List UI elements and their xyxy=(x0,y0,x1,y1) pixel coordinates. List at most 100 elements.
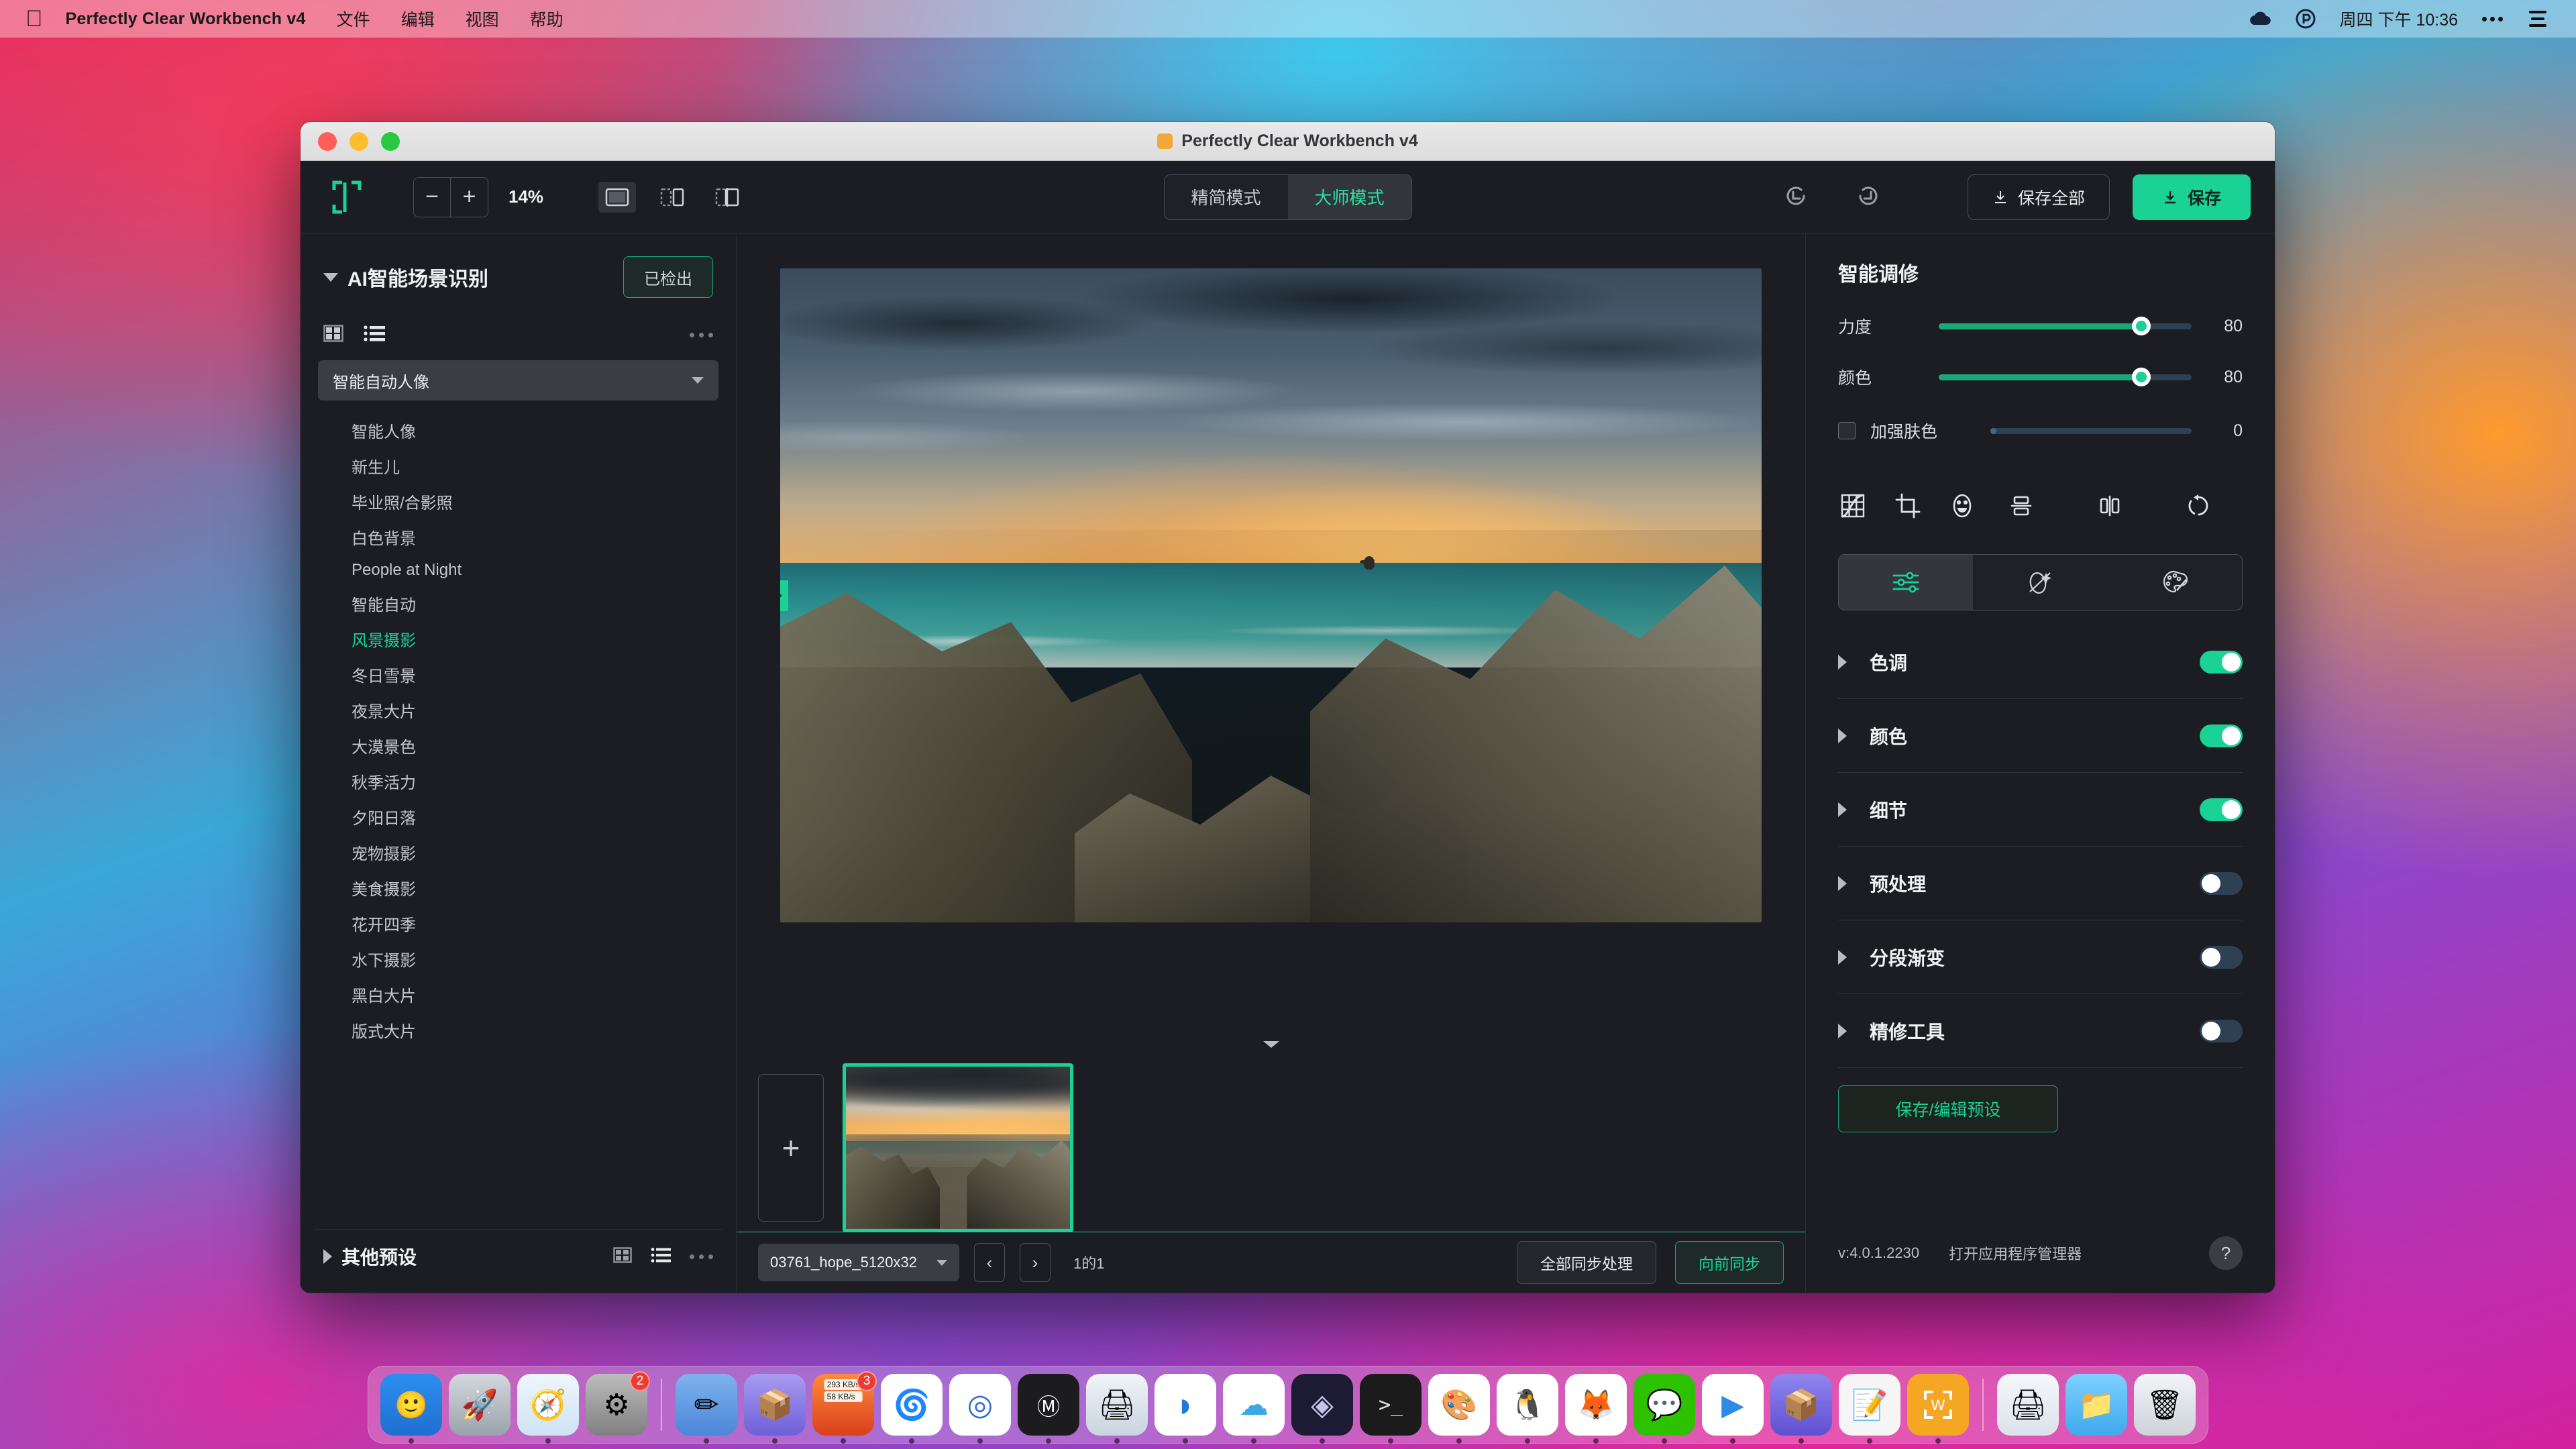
save-button[interactable]: 保存 xyxy=(2132,174,2251,220)
list-view-icon[interactable] xyxy=(651,1247,671,1267)
dock-item-launchpad[interactable]: 🚀 xyxy=(449,1374,511,1436)
skin-tone-checkbox[interactable] xyxy=(1838,422,1856,439)
toggle-retouch[interactable] xyxy=(2200,1019,2243,1042)
app-manager-link[interactable]: 打开应用程序管理器 xyxy=(1949,1242,2082,1264)
apple-logo-icon[interactable]:  xyxy=(25,7,43,30)
chevron-right-icon[interactable] xyxy=(1838,875,1847,891)
slider-color-track[interactable] xyxy=(1939,368,2192,386)
dock-item-qq[interactable]: 🐧 xyxy=(1497,1374,1558,1444)
dock-item-notepad[interactable]: 📝 xyxy=(1839,1374,1900,1444)
preset-item[interactable]: 宠物摄影 xyxy=(314,835,722,870)
preset-item-selected[interactable]: 风景摄影 xyxy=(314,621,722,657)
tab-magic-wand[interactable] xyxy=(1973,555,2108,610)
menu-edit[interactable]: 编辑 xyxy=(401,7,435,31)
dock-item-system-settings[interactable]: ⚙ 2 xyxy=(586,1371,650,1436)
dock-item-qiye-app[interactable]: ◎ xyxy=(949,1374,1011,1444)
dock-item-betterzip[interactable]: 📦 xyxy=(1770,1374,1832,1444)
preset-item[interactable]: 夕阳日落 xyxy=(314,799,722,835)
next-image-button[interactable]: › xyxy=(1020,1243,1051,1282)
undo-icon[interactable] xyxy=(1782,181,1815,213)
sidebar-more-icon[interactable] xyxy=(690,333,713,337)
chevron-right-icon[interactable] xyxy=(1838,1023,1847,1038)
slider-strength-knob[interactable] xyxy=(2131,317,2151,335)
grid-view-icon[interactable] xyxy=(323,325,343,345)
preset-item[interactable]: 新生儿 xyxy=(314,448,722,484)
preset-item[interactable]: 版式大片 xyxy=(314,1012,722,1048)
chevron-right-icon[interactable] xyxy=(323,1249,332,1264)
dock-item-finder[interactable]: 🙂 xyxy=(380,1374,442,1444)
help-icon[interactable]: ? xyxy=(2209,1236,2243,1270)
accordion-row-retouch[interactable]: 精修工具 xyxy=(1838,994,2243,1068)
rotate-icon[interactable] xyxy=(2180,487,2217,525)
dock-item-terminal[interactable]: >_ xyxy=(1360,1374,1421,1444)
preset-item[interactable]: 美食摄影 xyxy=(314,870,722,906)
dock-item-foxmail[interactable]: 🦊 xyxy=(1565,1374,1627,1444)
preset-item[interactable]: 大漠景色 xyxy=(314,728,722,763)
canvas-collapse-strip[interactable] xyxy=(737,1028,1805,1063)
sidebar-footer-more-icon[interactable] xyxy=(690,1254,713,1259)
slider-strength-track[interactable] xyxy=(1939,317,2192,335)
preset-category-select[interactable]: 智能自动人像 xyxy=(318,360,718,400)
cloud-icon[interactable] xyxy=(2249,7,2271,30)
dock-item-safari[interactable]: 🧭 xyxy=(517,1374,579,1444)
dock-item-printer-util[interactable]: 🖨 xyxy=(1086,1374,1148,1444)
dock-item-perfectly-clear-workbench[interactable]: W xyxy=(1907,1374,1969,1444)
split-overlay-icon[interactable] xyxy=(708,182,746,213)
toggle-tone[interactable] xyxy=(2200,650,2243,674)
mode-master-button[interactable]: 大师模式 xyxy=(1287,174,1411,219)
grid-view-icon[interactable] xyxy=(613,1246,632,1267)
flip-horizontal-icon[interactable] xyxy=(2091,487,2129,525)
menu-view[interactable]: 视图 xyxy=(466,7,499,31)
control-center-icon[interactable] xyxy=(2526,7,2549,30)
ellipsis-icon[interactable] xyxy=(2481,7,2504,30)
accordion-row-gradient[interactable]: 分段渐变 xyxy=(1838,920,2243,994)
save-all-button[interactable]: 保存全部 xyxy=(1967,174,2110,220)
tab-adjustments[interactable] xyxy=(1839,555,1974,610)
chevron-right-icon[interactable] xyxy=(1838,654,1847,669)
chevron-down-icon[interactable] xyxy=(1262,1039,1281,1053)
chevron-right-icon[interactable] xyxy=(1838,802,1847,817)
preset-item[interactable]: 花开四季 xyxy=(314,906,722,941)
accordion-row-detail[interactable]: 细节 xyxy=(1838,773,2243,847)
curves-icon[interactable] xyxy=(1838,487,1868,525)
dock-item-pixelmator[interactable]: 🎨 xyxy=(1428,1374,1490,1444)
preset-item[interactable]: 水下摄影 xyxy=(314,941,722,977)
prev-image-button[interactable]: ‹ xyxy=(974,1243,1005,1282)
chevron-right-icon[interactable] xyxy=(1838,949,1847,965)
sync-forward-button[interactable]: 向前同步 xyxy=(1675,1241,1784,1284)
redo-icon[interactable] xyxy=(1849,181,1882,213)
toggle-detail[interactable] xyxy=(2200,798,2243,821)
preset-item[interactable]: 黑白大片 xyxy=(314,977,722,1012)
dock-item-notes-pen[interactable]: ✏ xyxy=(676,1374,737,1444)
dock-item-keka[interactable]: 📦 xyxy=(744,1374,806,1444)
dock-item-network-monitor[interactable]: 293 KB/s 58 KB/s 3 xyxy=(812,1371,877,1444)
bracket-frame-icon[interactable] xyxy=(325,179,369,215)
flip-vertical-icon[interactable] xyxy=(2002,487,2040,525)
split-view-icon[interactable] xyxy=(653,182,691,213)
file-select[interactable]: 03761_hope_5120x32 xyxy=(758,1244,959,1281)
sync-all-button[interactable]: 全部同步处理 xyxy=(1517,1241,1656,1284)
dock-item-trash[interactable]: 🗑 xyxy=(2134,1374,2196,1436)
detect-button[interactable]: 已检出 xyxy=(623,256,713,298)
dock-item-microsoft-edge[interactable]: 🌀 xyxy=(881,1374,943,1444)
mode-simple-button[interactable]: 精简模式 xyxy=(1164,174,1288,219)
single-view-icon[interactable] xyxy=(598,181,637,213)
filmstrip-thumbnail[interactable] xyxy=(843,1063,1073,1232)
skin-tone-track[interactable] xyxy=(1990,427,2192,434)
accordion-row-preprocess[interactable]: 预处理 xyxy=(1838,847,2243,920)
toggle-gradient[interactable] xyxy=(2200,945,2243,969)
dock-item-wechat[interactable]: 💬 xyxy=(1633,1374,1695,1444)
preset-item[interactable]: 秋季活力 xyxy=(314,763,722,799)
preset-item[interactable]: 冬日雪景 xyxy=(314,657,722,692)
save-edit-preset-button[interactable]: 保存/编辑预设 xyxy=(1838,1085,2058,1132)
main-photo[interactable] xyxy=(780,268,1762,922)
tab-palette[interactable] xyxy=(2107,555,2242,610)
add-image-button[interactable]: + xyxy=(758,1073,824,1222)
dock-item-downloads-folder[interactable]: 📁 xyxy=(2065,1374,2127,1436)
accordion-row-tone[interactable]: 色调 xyxy=(1838,625,2243,699)
zoom-out-button[interactable]: − xyxy=(413,176,451,217)
menubar-app-title[interactable]: Perfectly Clear Workbench v4 xyxy=(66,9,306,29)
preset-item[interactable]: 智能人像 xyxy=(314,413,722,448)
face-icon[interactable] xyxy=(1947,487,1977,525)
preset-item[interactable]: 毕业照/合影照 xyxy=(314,484,722,519)
